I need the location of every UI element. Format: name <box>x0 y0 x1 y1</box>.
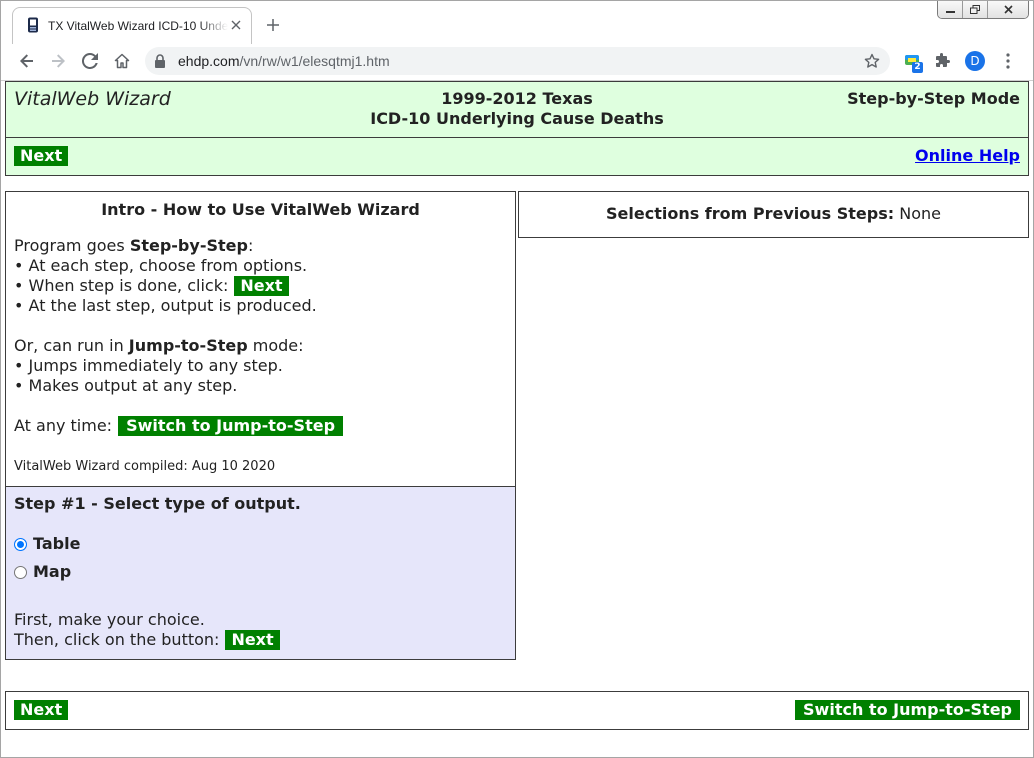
minimize-icon <box>945 10 955 13</box>
intro-panel: Intro - How to Use VitalWeb Wizard Progr… <box>5 191 516 487</box>
browser-window: TX VitalWeb Wizard ICD-10 Unde ehdp.com/… <box>0 0 1034 758</box>
compiled-date: VitalWeb Wizard compiled: Aug 10 2020 <box>14 459 276 474</box>
back-arrow-icon[interactable] <box>19 53 35 69</box>
url-path: /vn/rw/w1/elesqtmj1.htm <box>239 53 390 69</box>
mode-indicator: Step-by-Step Mode <box>847 89 1020 108</box>
intro-text: Program goes <box>14 236 130 255</box>
intro-text: mode: <box>247 336 304 355</box>
new-tab-icon[interactable] <box>267 19 279 31</box>
selections-panel: Selections from Previous Steps: None <box>518 191 1029 238</box>
menu-dots-icon[interactable] <box>1006 53 1010 69</box>
lock-icon[interactable] <box>154 54 166 68</box>
tab-close-icon[interactable] <box>231 20 241 30</box>
option-map[interactable]: Map <box>14 562 507 582</box>
address-bar[interactable]: ehdp.com/vn/rw/w1/elesqtmj1.htm <box>145 47 890 75</box>
intro-bullet: • At each step, choose from options. <box>14 256 308 275</box>
anytime-label: At any time: <box>14 416 113 435</box>
step-instruction: Then, click on the button: <box>14 630 220 649</box>
option-table[interactable]: Table <box>14 534 507 554</box>
footer-switch-jump-button[interactable]: Switch to Jump-to-Step <box>795 700 1020 720</box>
favicon-icon <box>28 17 38 33</box>
intro-bullet-with-button: • When step is done, click: Next <box>14 276 507 296</box>
intro-heading: Intro - How to Use VitalWeb Wizard <box>101 200 420 219</box>
option-label[interactable]: Table <box>33 534 80 554</box>
step-panel: Step #1 - Select type of output. Table M… <box>5 486 516 660</box>
window-close-icon <box>1003 4 1013 14</box>
intro-next-button[interactable]: Next <box>234 276 289 296</box>
intro-line-program: Program goes Step-by-Step: <box>14 236 507 256</box>
url-text[interactable]: ehdp.com/vn/rw/w1/elesqtmj1.htm <box>178 52 390 70</box>
intro-line-jump: Or, can run in Jump-to-Step mode: <box>14 336 507 356</box>
header-divider <box>6 137 1028 138</box>
url-host: ehdp.com <box>178 53 240 69</box>
footer-bar: Next Switch to Jump-to-Step <box>5 691 1029 730</box>
intro-bullet: • When step is done, click: <box>14 276 229 295</box>
intro-bullet: • At the last step, output is produced. <box>14 296 317 315</box>
intro-emphasis: Step-by-Step <box>129 236 248 255</box>
intro-anytime-line: At any time: Switch to Jump-to-Step <box>14 416 507 436</box>
option-label[interactable]: Map <box>33 562 71 582</box>
intro-text: Or, can run in <box>14 336 129 355</box>
tab-strip: TX VitalWeb Wizard ICD-10 Unde <box>0 0 1034 45</box>
restore-icon <box>970 4 980 14</box>
intro-text: : <box>247 236 254 255</box>
online-help-link[interactable]: Online Help <box>915 146 1020 166</box>
browser-toolbar: ehdp.com/vn/rw/w1/elesqtmj1.htm 2 D <box>0 44 1034 81</box>
step-instruction-with-button: Then, click on the button: Next <box>14 630 507 650</box>
extension-badge: 2 <box>912 62 923 73</box>
footer-next-button[interactable]: Next <box>14 700 69 720</box>
forward-arrow-icon[interactable] <box>50 53 66 69</box>
window-close-button[interactable] <box>988 0 1028 18</box>
intro-switch-jump-button[interactable]: Switch to Jump-to-Step <box>118 416 344 436</box>
puzzle-icon[interactable] <box>935 53 951 69</box>
home-icon[interactable] <box>114 53 130 69</box>
header-next-button[interactable]: Next <box>14 146 69 166</box>
window-controls <box>937 0 1029 19</box>
profile-avatar[interactable]: D <box>965 51 985 71</box>
restore-button[interactable] <box>963 0 988 18</box>
selections-label: Selections from Previous Steps: <box>606 204 895 223</box>
selections-value: None <box>899 204 941 223</box>
wizard-header: VitalWeb Wizard 1999-2012 Texas ICD-10 U… <box>5 81 1029 176</box>
radio-table[interactable] <box>14 537 27 551</box>
step-heading: Step #1 - Select type of output. <box>14 494 301 513</box>
tab-title-fade <box>198 18 228 34</box>
intro-bullet: • Jumps immediately to any step. <box>14 356 283 375</box>
step-next-button[interactable]: Next <box>225 630 280 650</box>
reload-icon[interactable] <box>82 53 98 69</box>
minimize-button[interactable] <box>938 0 963 18</box>
step-instruction: First, make your choice. <box>14 610 205 629</box>
star-icon[interactable] <box>864 53 880 69</box>
page-title-line2: ICD-10 Underlying Cause Deaths <box>370 109 664 128</box>
radio-map[interactable] <box>14 565 27 579</box>
intro-emphasis: Jump-to-Step <box>128 336 248 355</box>
intro-bullet: • Makes output at any step. <box>14 376 238 395</box>
browser-tab-active[interactable]: TX VitalWeb Wizard ICD-10 Unde <box>12 7 252 45</box>
